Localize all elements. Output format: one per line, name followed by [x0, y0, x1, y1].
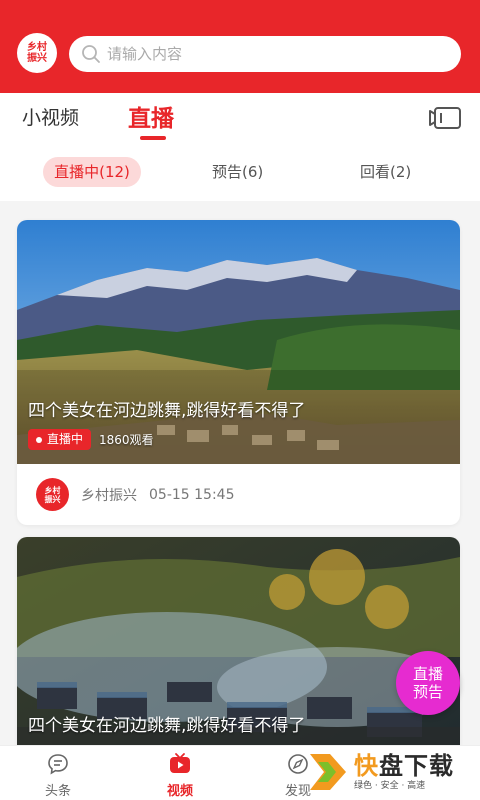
subtab-replay[interactable]: 回看(2): [360, 157, 411, 187]
subtab-preview[interactable]: 预告(6): [212, 157, 263, 187]
float-button-line1: 直播: [412, 665, 443, 683]
card-meta: 乡村 振兴 乡村振兴 05-15 15:45: [17, 464, 460, 525]
watermark-text: 快盘下载 绿色 · 安全 · 高速: [354, 752, 454, 792]
tab-active-indicator: [140, 136, 166, 140]
card-title: 四个美女在河边跳舞,跳得好看不得了: [28, 716, 306, 736]
viewer-count: 1860观看: [99, 433, 154, 447]
video-camera-icon[interactable]: [428, 106, 462, 130]
subtab-live-now[interactable]: 直播中(12): [43, 157, 141, 187]
nav-label-news: 头条: [44, 784, 71, 799]
search-icon: [82, 45, 100, 63]
app-header: 乡村 振兴: [0, 0, 480, 93]
watermark-subtitle: 绿色 · 安全 · 高速: [354, 780, 426, 791]
top-tabs: 小视频 直播: [0, 93, 480, 143]
logo-line2: 振兴: [27, 53, 47, 64]
live-preview-float-button[interactable]: 直播 预告: [396, 651, 460, 715]
village-smoke-image: [17, 537, 460, 777]
app-logo[interactable]: 乡村 振兴: [17, 33, 57, 73]
watermark-title: 快盘下载: [354, 752, 454, 780]
chat-bubble-icon: [48, 754, 68, 775]
live-thumbnail[interactable]: [17, 537, 460, 777]
float-button-line2: 预告: [412, 683, 443, 701]
watermark-title-rest: 盘下载: [379, 751, 454, 780]
live-thumbnail[interactable]: [17, 220, 460, 464]
watermark-title-accent: 快: [354, 751, 379, 780]
live-subtabs: 直播中(12) 预告(6) 回看(2): [0, 143, 480, 201]
card-title: 四个美女在河边跳舞,跳得好看不得了: [28, 401, 306, 421]
avatar-line1: 乡村: [44, 485, 61, 495]
live-card[interactable]: 四个美女在河边跳舞,跳得好看不得了: [17, 537, 460, 777]
live-card[interactable]: 四个美女在河边跳舞,跳得好看不得了 直播中 1860观看 乡村 振兴 乡村振兴 …: [17, 220, 460, 525]
nav-item-video[interactable]: 视频: [140, 746, 220, 800]
site-watermark: 快盘下载 绿色 · 安全 · 高速: [306, 743, 480, 800]
live-status-badge: 直播中: [28, 429, 92, 450]
watermark-logo-icon: [310, 753, 346, 790]
post-time: 05-15 15:45: [149, 486, 235, 503]
nav-item-news[interactable]: 头条: [18, 746, 98, 800]
author-avatar[interactable]: 乡村 振兴: [36, 478, 69, 511]
mountain-village-image: [17, 220, 460, 464]
live-dot-icon: [36, 436, 42, 443]
logo-line1: 乡村: [27, 42, 47, 53]
search-bar[interactable]: [69, 36, 461, 72]
nav-label-video: 视频: [166, 784, 193, 799]
tab-live[interactable]: 直播: [128, 99, 174, 133]
avatar-line2: 振兴: [44, 494, 61, 504]
live-badge-label: 直播中: [47, 432, 84, 446]
search-input[interactable]: [107, 45, 437, 63]
author-name[interactable]: 乡村振兴: [81, 485, 137, 505]
tab-short-video[interactable]: 小视频: [22, 103, 79, 130]
tv-play-icon: [170, 753, 190, 773]
